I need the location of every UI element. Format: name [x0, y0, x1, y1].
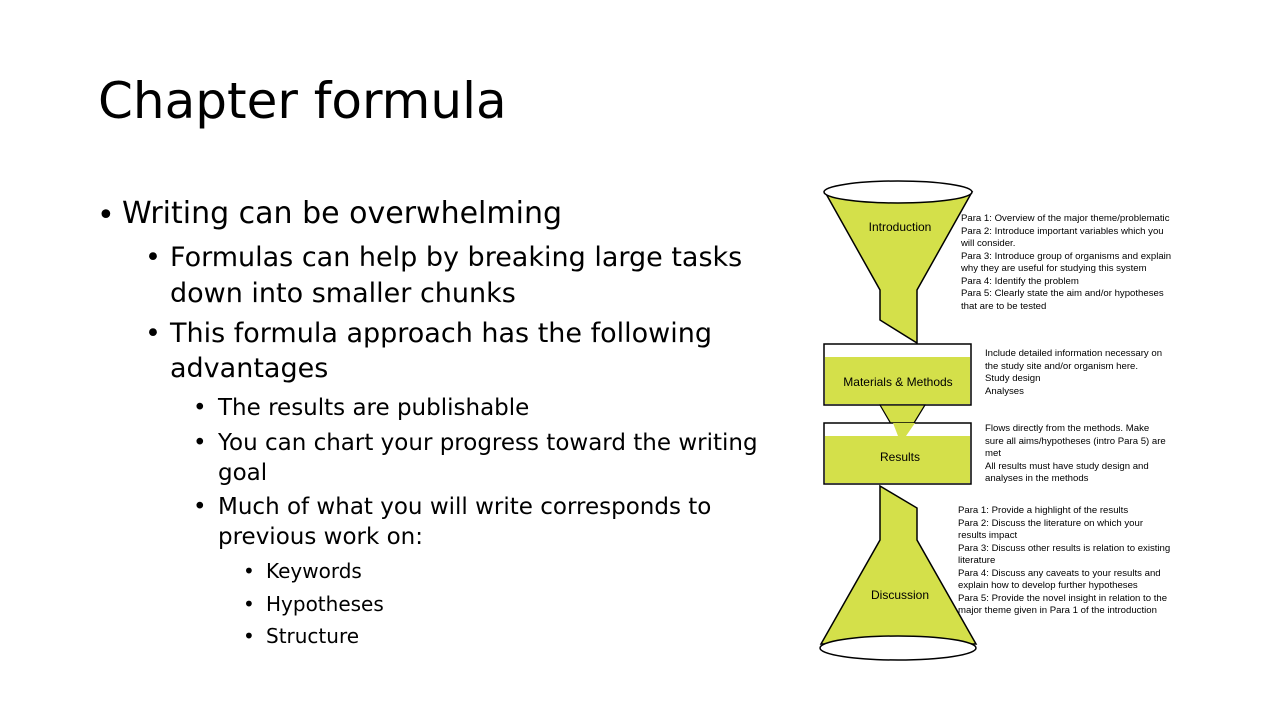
note-line: analyses in the methods: [985, 473, 1089, 484]
note-line: the study site and/or organism here.: [985, 360, 1139, 372]
note-line: Para 5: Clearly state the aim and/or hyp…: [961, 288, 1164, 299]
note-line: Study design: [985, 373, 1041, 384]
introduction-notes: Para 1: Overview of the major theme/prob…: [961, 213, 1171, 313]
chapter-funnel-diagram: Introduction Materials & Methods Results…: [0, 0, 1280, 720]
note-line: Para 3: Introduce group of organisms and…: [961, 250, 1172, 262]
introduction-funnel-rim: [823, 180, 973, 204]
results-label: Results: [879, 450, 920, 464]
introduction-label: Introduction: [868, 220, 932, 234]
results-notes: Flows directly from the methods. Make su…: [985, 423, 1166, 486]
methods-label: Materials & Methods: [843, 375, 953, 389]
note-line: Flows directly from the methods. Make: [985, 423, 1150, 434]
note-line: sure all aims/hypotheses (intro Para 5) …: [985, 435, 1166, 447]
note-line: met: [985, 448, 1001, 459]
discussion-notes: Para 1: Provide a highlight of the resul…: [958, 505, 1170, 618]
note-line: literature: [958, 555, 996, 566]
introduction-funnel-shape: [823, 191, 974, 345]
note-line: why they are useful for studying this sy…: [961, 263, 1147, 274]
note-line: Para 4: Discuss any caveats to your resu…: [958, 567, 1161, 579]
note-line: will consider.: [961, 238, 1016, 249]
note-line: major theme given in Para 1 of the intro…: [958, 605, 1157, 616]
note-line: Include detailed information necessary o…: [985, 348, 1163, 359]
note-line: Para 4: Identify the problem: [961, 275, 1079, 287]
note-line: Analyses: [985, 385, 1024, 397]
note-line: explain how to develop further hypothese…: [958, 580, 1138, 591]
discussion-funnel-shape: [819, 484, 978, 645]
note-line: that are to be tested: [961, 300, 1047, 312]
slide: Chapter formula • Writing can be overwhe…: [0, 0, 1280, 720]
discussion-label: Discussion: [870, 588, 930, 602]
note-line: Para 2: Introduce important variables wh…: [961, 225, 1164, 237]
note-line: Para 5: Provide the novel insight in rel…: [958, 592, 1168, 604]
methods-notes: Include detailed information necessary o…: [985, 348, 1162, 398]
note-line: results impact: [958, 530, 1018, 541]
discussion-funnel-base: [819, 635, 977, 661]
note-line: Para 3: Discuss other results is relatio…: [958, 542, 1171, 554]
note-line: Para 2: Discuss the literature on which …: [958, 517, 1144, 529]
note-line: Para 1: Overview of the major theme/prob…: [961, 213, 1170, 224]
note-line: All results must have study design and: [985, 460, 1149, 472]
note-line: Para 1: Provide a highlight of the resul…: [958, 505, 1129, 516]
